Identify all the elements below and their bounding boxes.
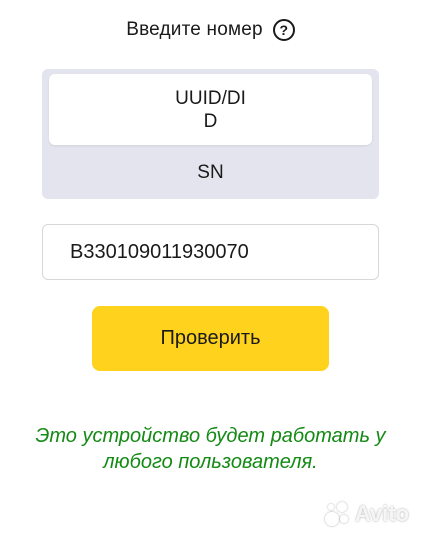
serial-number-input[interactable]: [42, 224, 379, 280]
check-button[interactable]: Проверить: [92, 306, 329, 371]
avito-logo-icon: [323, 500, 351, 528]
watermark-text: Avito: [354, 501, 409, 526]
id-type-option-uuid[interactable]: UUID/DI D: [49, 74, 372, 145]
id-type-option-label: UUID/DI D: [175, 87, 246, 132]
question-circle-icon[interactable]: ?: [272, 19, 295, 41]
avito-watermark: Avito: [323, 500, 409, 528]
id-type-selector: UUID/DI D SN: [42, 69, 379, 199]
page-title: Введите номер: [126, 19, 263, 40]
header: Введите номер ?: [0, 19, 421, 41]
id-type-option-label: SN: [197, 162, 224, 183]
id-type-option-sn[interactable]: SN: [49, 151, 372, 195]
device-check-screen: Введите номер ? UUID/DI D SN Проверить Э…: [0, 0, 421, 540]
result-message: Это устройство будет работать у любого п…: [35, 425, 386, 473]
